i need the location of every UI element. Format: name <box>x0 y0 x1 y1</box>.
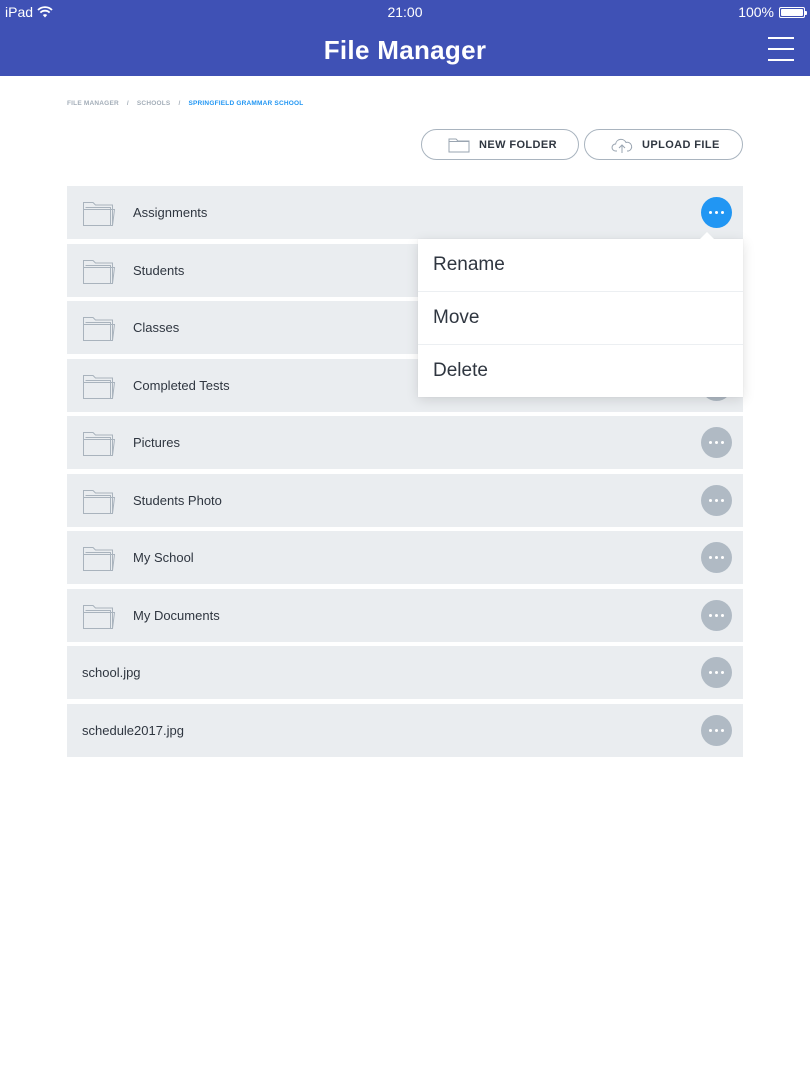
file-row[interactable]: school.jpg <box>67 646 743 699</box>
item-name: Classes <box>133 320 180 335</box>
battery-percent: 100% <box>738 4 774 20</box>
item-name: schedule2017.jpg <box>82 722 184 738</box>
folder-row[interactable]: Students Photo <box>67 473 743 527</box>
folder-row[interactable]: My School <box>67 531 743 584</box>
folder-icon <box>82 544 116 577</box>
folder-row[interactable]: Pictures <box>67 416 743 469</box>
breadcrumb-separator: / <box>178 100 181 107</box>
item-name: Pictures <box>133 435 180 450</box>
more-options-button[interactable] <box>701 657 732 688</box>
status-time: 21:00 <box>387 4 423 20</box>
breadcrumb-separator: / <box>126 100 129 107</box>
breadcrumb-item[interactable]: SCHOOLS <box>137 100 171 107</box>
breadcrumb-item: SPRINGFIELD GRAMMAR SCHOOL <box>188 100 304 107</box>
folder-icon <box>82 372 116 405</box>
menu-item-move[interactable]: Move <box>418 291 743 343</box>
folder-icon <box>82 429 116 462</box>
file-row[interactable]: schedule2017.jpg <box>67 703 743 757</box>
hamburger-menu-icon[interactable] <box>768 37 794 61</box>
cloud-upload-icon <box>611 138 633 153</box>
more-options-button[interactable] <box>701 599 732 631</box>
more-options-button[interactable] <box>701 542 732 573</box>
item-name: Students <box>133 262 185 278</box>
folder-icon <box>448 138 470 153</box>
context-menu: Rename Move Delete <box>418 232 743 397</box>
new-folder-label: NEW FOLDER <box>479 139 557 151</box>
folder-icon <box>82 257 116 290</box>
folder-row[interactable]: My Documents <box>67 588 743 642</box>
more-options-button[interactable] <box>701 714 732 746</box>
app-header: File Manager <box>0 25 810 76</box>
page-title: File Manager <box>323 35 487 65</box>
new-folder-button[interactable]: NEW FOLDER <box>421 129 579 160</box>
menu-item-delete[interactable]: Delete <box>418 344 743 396</box>
item-name: school.jpg <box>82 665 141 680</box>
folder-icon <box>82 314 116 347</box>
item-name: My Documents <box>133 607 220 623</box>
more-options-button[interactable] <box>701 427 732 458</box>
battery-icon <box>779 6 807 18</box>
breadcrumb: FILE MANAGER / SCHOOLS / SPRINGFIELD GRAMMAR… <box>67 100 303 107</box>
upload-file-label: UPLOAD FILE <box>642 139 720 151</box>
folder-icon <box>82 487 116 520</box>
item-name: Students Photo <box>133 492 222 508</box>
folder-row[interactable]: Assignments <box>67 186 743 239</box>
more-options-button[interactable] <box>701 197 732 228</box>
status-bar: iPad 21:00 100% <box>0 0 810 25</box>
breadcrumb-item[interactable]: FILE MANAGER <box>67 100 119 107</box>
menu-item-rename[interactable]: Rename <box>418 239 743 291</box>
item-name: Assignments <box>133 205 208 220</box>
item-name: My School <box>133 550 194 565</box>
folder-icon <box>82 199 116 232</box>
item-name: Completed Tests <box>133 377 230 393</box>
upload-file-button[interactable]: UPLOAD FILE <box>584 129 743 160</box>
more-options-button[interactable] <box>701 484 732 516</box>
folder-icon <box>82 602 116 635</box>
status-right: 100% <box>738 4 807 20</box>
